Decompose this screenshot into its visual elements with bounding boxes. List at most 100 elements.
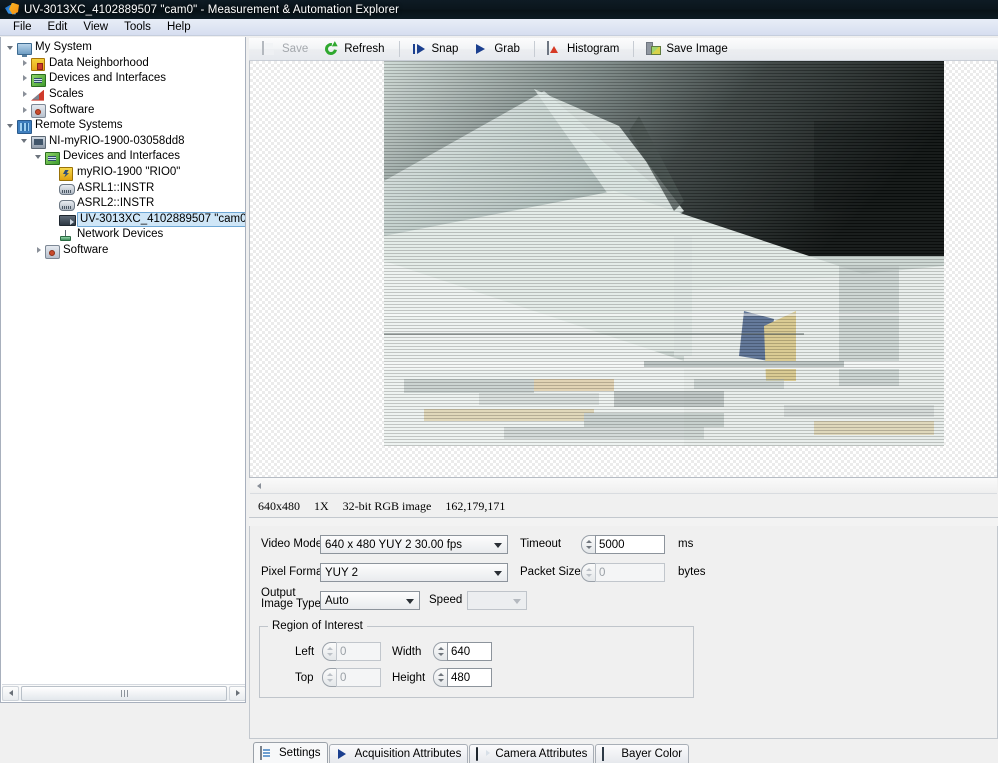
tree-item-label: ASRL2::INSTR — [77, 197, 155, 210]
roi-height-spin-buttons[interactable] — [433, 668, 447, 687]
toolbar-separator — [533, 41, 535, 57]
tree-expander-icon[interactable] — [33, 151, 45, 163]
refresh-icon — [324, 42, 340, 57]
tree-expander-icon[interactable] — [5, 120, 17, 132]
scroll-left-arrow[interactable] — [2, 685, 19, 701]
chevron-down-icon — [406, 598, 414, 604]
tree-item-label: Devices and Interfaces — [63, 150, 180, 163]
roi-left-stepper[interactable]: 0 — [322, 642, 381, 661]
monitor-icon — [17, 41, 32, 57]
menu-file[interactable]: File — [5, 20, 40, 34]
tree-expander-icon[interactable] — [33, 245, 45, 257]
tree-item[interactable]: myRIO-1900 "RIO0" — [1, 165, 245, 181]
roi-width-input[interactable]: 640 — [447, 642, 492, 661]
tree-item-label: myRIO-1900 "RIO0" — [77, 166, 181, 179]
scroll-right-arrow[interactable] — [229, 685, 245, 701]
speed-label: Speed — [429, 594, 463, 606]
tree-item[interactable]: ASRL1::INSTR — [1, 180, 245, 196]
menu-bar: File Edit View Tools Help — [0, 19, 998, 36]
histogram-icon — [546, 40, 563, 57]
tree-expander-icon[interactable] — [19, 104, 31, 116]
title-bar: UV-3013XC_4102889507 "cam0" - Measuremen… — [0, 0, 998, 19]
timeout-input[interactable]: 5000 — [595, 535, 665, 554]
image-viewport[interactable] — [249, 61, 998, 478]
roi-height-label: Height — [392, 672, 426, 684]
menu-help[interactable]: Help — [159, 20, 199, 34]
roi-width-stepper[interactable]: 640 — [433, 642, 492, 661]
roi-width-label: Width — [392, 646, 422, 658]
video-mode-dropdown[interactable]: 640 x 480 YUY 2 30.00 fps — [320, 535, 508, 554]
tree-expander-icon[interactable] — [19, 89, 31, 101]
pixel-format-label: Pixel Format — [261, 566, 326, 578]
roi-left-input[interactable]: 0 — [336, 642, 381, 661]
speed-dropdown[interactable] — [467, 591, 527, 610]
image-status-line: 640x480 1X 32-bit RGB image 162,179,171 — [249, 495, 998, 517]
tree-expander-icon[interactable] — [19, 57, 31, 69]
tab-bayer-color[interactable]: Bayer Color — [595, 744, 690, 763]
histogram-button[interactable]: Histogram — [540, 39, 626, 60]
network-devices-icon — [59, 228, 74, 242]
tree-item[interactable]: Devices and Interfaces — [1, 71, 245, 87]
chevron-down-icon — [494, 570, 502, 576]
snap-button[interactable]: Snap — [405, 39, 466, 60]
grab-button[interactable]: Grab — [467, 39, 527, 60]
menu-view[interactable]: View — [75, 20, 116, 34]
tree-item[interactable]: NI-myRIO-1900-03058dd8 — [1, 134, 245, 150]
tree-item[interactable]: UV-3013XC_4102889507 "cam0 — [1, 211, 245, 228]
roi-height-stepper[interactable]: 480 — [433, 668, 492, 687]
status-zoom: 1X — [314, 498, 329, 513]
packet-size-input[interactable]: 0 — [595, 563, 665, 582]
tree-expander-icon[interactable] — [19, 73, 31, 85]
roi-width-spin-buttons[interactable] — [433, 642, 447, 661]
toolbar-separator — [633, 41, 635, 57]
tab-camera-attributes-label: Camera Attributes — [495, 748, 588, 760]
roi-left-spin-buttons[interactable] — [322, 642, 336, 661]
toolbar-separator — [398, 41, 400, 57]
tree-expander-icon[interactable] — [19, 135, 31, 147]
tree-item[interactable]: Software — [1, 243, 245, 259]
configuration-tree-panel: My System Data Neighborhood Devices and In… — [0, 37, 246, 703]
scroll-left-arrow[interactable] — [252, 479, 266, 492]
tree-horizontal-scrollbar[interactable] — [2, 684, 245, 701]
status-resolution: 640x480 — [258, 498, 300, 513]
packet-size-spin-buttons[interactable] — [581, 563, 595, 582]
tree-item[interactable]: Remote Systems — [1, 118, 245, 134]
scales-icon — [31, 88, 46, 102]
timeout-label: Timeout — [520, 538, 562, 550]
tab-camera-attributes[interactable]: Camera Attributes — [469, 744, 595, 763]
tree-item[interactable]: My System — [1, 40, 245, 57]
output-image-type-dropdown[interactable]: Auto — [320, 591, 420, 610]
tree-item[interactable]: Software — [1, 102, 245, 119]
roi-left-value: 0 — [340, 645, 347, 658]
tree-item-label: Network Devices — [77, 228, 164, 241]
pixel-format-dropdown[interactable]: YUY 2 — [320, 563, 508, 582]
roi-top-stepper[interactable]: 0 — [322, 668, 381, 687]
status-pixel-value: 162,179,171 — [445, 498, 506, 513]
viewport-horizontal-scrollbar[interactable] — [250, 478, 997, 494]
tree-item[interactable]: Network Devices — [1, 227, 245, 243]
packet-size-stepper[interactable]: 0 — [581, 563, 665, 582]
menu-edit[interactable]: Edit — [40, 20, 76, 34]
tree-item[interactable]: Data Neighborhood — [1, 56, 245, 72]
scrollbar-thumb[interactable] — [21, 685, 227, 701]
tree-expander-icon[interactable] — [5, 42, 17, 54]
roi-top-input[interactable]: 0 — [336, 668, 381, 687]
serial-port-icon — [59, 197, 75, 211]
tree-item[interactable]: Scales — [1, 87, 245, 103]
timeout-value: 5000 — [599, 538, 625, 551]
menu-tools[interactable]: Tools — [116, 20, 159, 34]
refresh-button[interactable]: Refresh — [317, 39, 391, 60]
roi-top-spin-buttons[interactable] — [322, 668, 336, 687]
timeout-spin-buttons[interactable] — [581, 535, 595, 554]
timeout-stepper[interactable]: 5000 — [581, 535, 665, 554]
tree-expander-spacer — [47, 198, 59, 210]
tree-item[interactable]: Devices and Interfaces — [1, 149, 245, 165]
tab-acquisition-attributes[interactable]: Acquisition Attributes — [328, 744, 469, 763]
save-button[interactable]: Save — [255, 39, 315, 60]
roi-height-input[interactable]: 480 — [447, 668, 492, 687]
tree-item[interactable]: ASRL2::INSTR — [1, 196, 245, 212]
save-image-button[interactable]: Save Image — [639, 39, 734, 60]
settings-icon — [260, 745, 275, 760]
rio-device-icon — [59, 166, 74, 181]
tab-settings[interactable]: Settings — [253, 742, 328, 763]
